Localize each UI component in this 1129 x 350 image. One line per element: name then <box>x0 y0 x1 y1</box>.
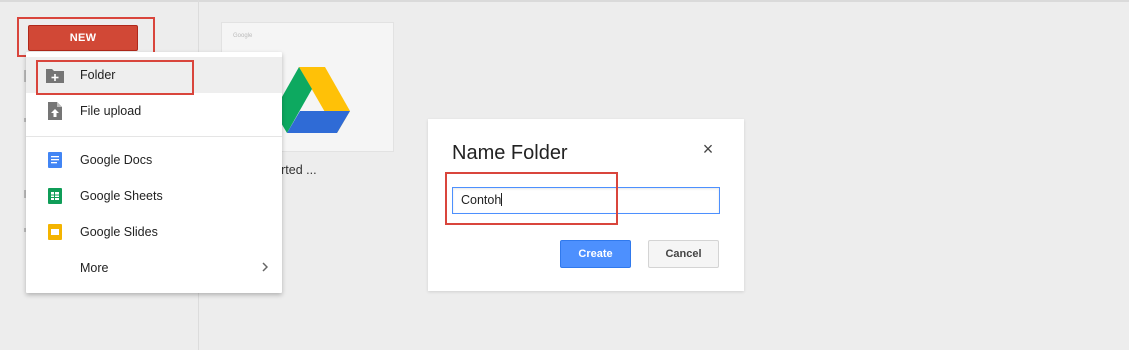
google-docs-icon <box>46 151 64 169</box>
menu-item-label: Google Sheets <box>80 189 163 203</box>
cancel-button[interactable]: Cancel <box>648 240 719 268</box>
close-icon[interactable]: × <box>700 140 716 158</box>
highlight-box-new <box>17 17 155 57</box>
highlight-box-input <box>445 172 618 225</box>
menu-item-label: Google Docs <box>80 153 153 167</box>
highlight-box-folder <box>36 60 194 95</box>
menu-item-label: File upload <box>80 104 142 118</box>
google-slides-icon <box>46 223 64 241</box>
card-brand-text: Google <box>233 33 253 39</box>
google-drive-logo-icon <box>274 67 350 133</box>
chevron-right-icon <box>262 261 269 275</box>
menu-item-more[interactable]: More <box>26 250 282 286</box>
menu-item-google-slides[interactable]: Google Slides <box>26 214 282 250</box>
top-border <box>0 0 1129 2</box>
create-button[interactable]: Create <box>560 240 631 268</box>
menu-divider <box>26 136 282 137</box>
menu-item-file-upload[interactable]: File upload <box>26 93 282 129</box>
menu-item-google-sheets[interactable]: Google Sheets <box>26 178 282 214</box>
menu-item-google-docs[interactable]: Google Docs <box>26 142 282 178</box>
dialog-title: Name Folder <box>452 142 568 164</box>
file-upload-icon <box>46 102 64 120</box>
menu-item-label: Google Slides <box>80 225 158 239</box>
google-sheets-icon <box>46 187 64 205</box>
menu-item-label: More <box>80 261 109 275</box>
